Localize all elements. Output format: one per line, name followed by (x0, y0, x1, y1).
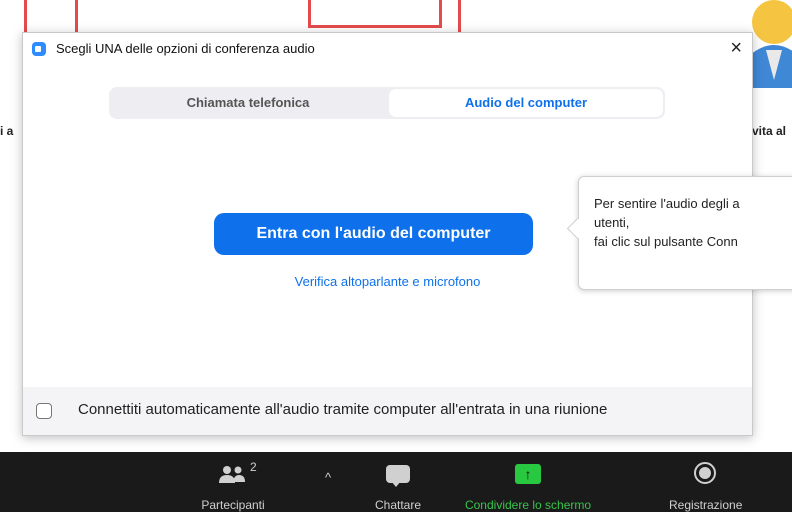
chat-bubble-icon (386, 465, 410, 487)
audio-hint-tooltip: Per sentire l'audio degli a utenti, fai … (578, 176, 792, 290)
dialog-title: Scegli UNA delle opzioni di conferenza a… (56, 41, 315, 56)
share-screen-label: Condividere lo schermo (464, 498, 592, 512)
dialog-footer: Connettiti automaticamente all'audio tra… (23, 387, 752, 435)
participants-icon (219, 466, 245, 483)
share-screen-button[interactable]: ↑ Condividere lo schermo (463, 452, 593, 512)
participants-button[interactable]: 2 Partecipanti (200, 452, 266, 512)
share-arrow-icon: ↑ (515, 464, 541, 484)
dialog-titlebar: Scegli UNA delle opzioni di conferenza a… (23, 33, 752, 65)
meeting-toolbar: 2 Partecipanti Chattare ↑ Condividere lo… (0, 452, 792, 512)
background-label: i a (0, 124, 14, 138)
tooltip-text: Per sentire l'audio degli a (594, 196, 740, 211)
close-icon[interactable]: × (730, 37, 742, 59)
record-label: Registrazione (669, 498, 743, 512)
record-icon (694, 462, 716, 484)
video-tile-border (308, 0, 442, 28)
auto-connect-checkbox[interactable] (36, 403, 52, 419)
participants-count: 2 (250, 460, 257, 474)
audio-option-tabs: Chiamata telefonica Audio del computer (109, 87, 665, 119)
participants-label: Partecipanti (201, 498, 265, 512)
auto-connect-label[interactable]: Connettiti automaticamente all'audio tra… (78, 401, 607, 418)
chevron-up-icon[interactable]: ^ (325, 470, 331, 485)
chat-label: Chattare (374, 498, 422, 512)
chat-button[interactable]: Chattare (358, 452, 438, 512)
join-computer-audio-button[interactable]: Entra con l'audio del computer (214, 213, 533, 255)
tab-computer-audio[interactable]: Audio del computer (389, 89, 663, 117)
record-button[interactable]: Registrazione (669, 452, 743, 512)
tooltip-text: fai clic sul pulsante Conn (594, 234, 738, 249)
background-label: vita al (752, 124, 787, 138)
tooltip-text: utenti, (594, 215, 630, 230)
tab-phone-call[interactable]: Chiamata telefonica (109, 87, 387, 119)
zoom-logo-icon (32, 42, 46, 56)
